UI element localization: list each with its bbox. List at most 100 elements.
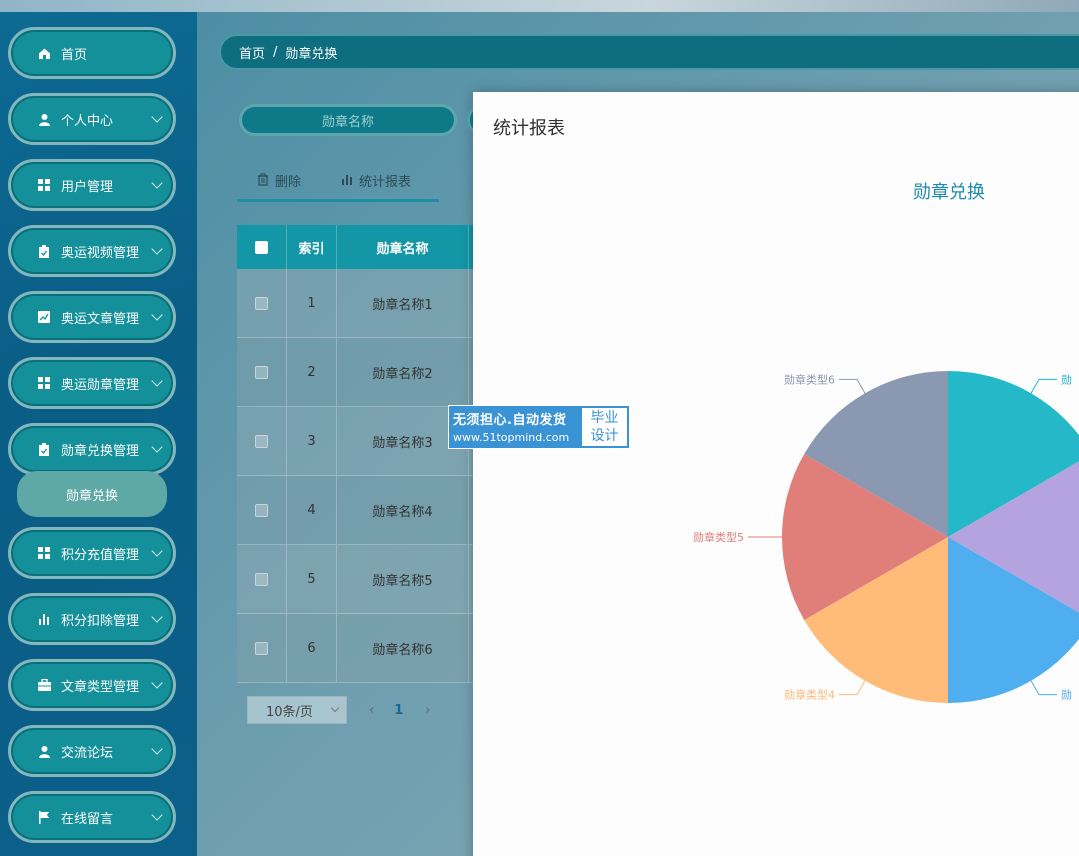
table-row[interactable]: 4 勋章名称4 bbox=[237, 476, 477, 545]
clipboard-icon bbox=[37, 442, 51, 456]
pagination: 10条/页 ‹ 1 › bbox=[247, 696, 430, 724]
grid-icon bbox=[37, 546, 51, 560]
search-input[interactable]: 勋章名称 bbox=[239, 104, 457, 136]
row-index: 5 bbox=[287, 545, 337, 613]
row-checkbox[interactable] bbox=[255, 365, 268, 379]
clipboard-icon bbox=[37, 244, 51, 258]
trash-icon bbox=[257, 173, 269, 189]
sidebar-item-label: 文章类型管理 bbox=[61, 679, 140, 695]
row-checkbox[interactable] bbox=[255, 296, 268, 310]
row-index: 3 bbox=[287, 407, 337, 475]
breadcrumb-current: 勋章兑换 bbox=[285, 46, 338, 62]
sidebar-item-7[interactable]: 积分充值管理 bbox=[8, 527, 176, 579]
sidebar-item-4[interactable]: 奥运文章管理 bbox=[8, 291, 176, 343]
pie-label-line-6 bbox=[839, 378, 866, 394]
current-page[interactable]: 1 bbox=[394, 703, 403, 718]
chevron-down-icon bbox=[151, 677, 163, 689]
search-placeholder: 勋章名称 bbox=[321, 114, 374, 130]
chevron-down-icon bbox=[151, 375, 163, 387]
row-name: 勋章名称6 bbox=[337, 614, 469, 682]
home-icon bbox=[37, 46, 51, 60]
report-button[interactable]: 统计报表 bbox=[341, 171, 411, 190]
row-name: 勋章名称1 bbox=[337, 269, 469, 337]
chevron-down-icon bbox=[330, 703, 340, 713]
watermark-right: 毕业 设计 bbox=[582, 408, 627, 446]
table-row[interactable]: 6 勋章名称6 bbox=[237, 614, 477, 683]
table-header: 索引 勋章名称 bbox=[237, 225, 477, 269]
row-checkbox[interactable] bbox=[255, 641, 268, 655]
chevron-down-icon bbox=[151, 545, 163, 557]
sidebar-item-label: 交流论坛 bbox=[61, 745, 114, 761]
row-index: 6 bbox=[287, 614, 337, 682]
bar-chart-icon bbox=[341, 173, 353, 188]
sidebar-item-0[interactable]: 首页 bbox=[8, 27, 176, 79]
sidebar-item-label: 个人中心 bbox=[61, 113, 114, 129]
sidebar-item-label: 首页 bbox=[61, 47, 88, 63]
pie-label-3: 勋 bbox=[1061, 688, 1072, 702]
delete-button[interactable]: 删除 bbox=[257, 171, 301, 190]
sidebar-item-6[interactable]: 勋章兑换管理 bbox=[8, 423, 176, 475]
report-label: 统计报表 bbox=[359, 175, 412, 190]
sidebar-item-2[interactable]: 用户管理 bbox=[8, 159, 176, 211]
sidebar-item-5[interactable]: 奥运勋章管理 bbox=[8, 357, 176, 409]
column-header-name[interactable]: 勋章名称 bbox=[337, 225, 469, 269]
chevron-down-icon bbox=[151, 611, 163, 623]
grid-icon bbox=[37, 178, 51, 192]
report-dialog: 统计报表 勋章兑换 勋勋勋章类型4 勋章类型5 勋章类型6 bbox=[473, 92, 1079, 856]
table-row[interactable]: 3 勋章名称3 bbox=[237, 407, 477, 476]
toolbar: 删除 统计报表 bbox=[237, 162, 439, 202]
breadcrumb-home[interactable]: 首页 bbox=[239, 43, 265, 62]
sidebar-item-9[interactable]: 文章类型管理 bbox=[8, 659, 176, 711]
next-page-icon[interactable]: › bbox=[425, 703, 430, 718]
row-checkbox[interactable] bbox=[255, 572, 268, 586]
row-name: 勋章名称4 bbox=[337, 476, 469, 544]
sidebar-item-label: 在线留言 bbox=[61, 811, 114, 827]
bar-chart-icon bbox=[37, 612, 51, 626]
sidebar-item-label: 积分扣除管理 bbox=[61, 613, 140, 629]
chevron-down-icon bbox=[151, 309, 163, 321]
sidebar-item-11[interactable]: 在线留言 bbox=[8, 791, 176, 843]
flag-icon bbox=[37, 810, 51, 824]
chart-box-icon bbox=[37, 310, 51, 324]
pie-label-line-1 bbox=[1030, 378, 1057, 394]
sidebar-item-label: 奥运勋章管理 bbox=[61, 377, 140, 393]
row-index: 4 bbox=[287, 476, 337, 544]
page-size-select[interactable]: 10条/页 bbox=[247, 696, 347, 724]
sidebar-item-label: 勋章兑换管理 bbox=[61, 443, 140, 459]
sidebar-item-8[interactable]: 积分扣除管理 bbox=[8, 593, 176, 645]
sidebar: 首页个人中心用户管理奥运视频管理奥运文章管理奥运勋章管理 勋章兑换管理 积分充值管理… bbox=[0, 12, 197, 856]
data-table: 索引 勋章名称 1 勋章名称1 2 勋章名称2 3 勋章名称3 4 勋章名称4 5 勋章名称5 6 勋… bbox=[237, 225, 477, 683]
top-strip bbox=[0, 0, 1079, 12]
table-row[interactable]: 5 勋章名称5 bbox=[237, 545, 477, 614]
sidebar-item-10[interactable]: 交流论坛 bbox=[8, 725, 176, 777]
sidebar-subitem-active[interactable]: 勋章兑换 bbox=[17, 471, 167, 517]
sidebar-item-3[interactable]: 奥运视频管理 bbox=[8, 225, 176, 277]
pie-label-4: 勋章类型4 bbox=[784, 688, 835, 702]
pie-label-1: 勋 bbox=[1061, 372, 1072, 386]
grid-icon bbox=[37, 376, 51, 390]
select-all-checkbox[interactable] bbox=[255, 240, 268, 254]
prev-page-icon[interactable]: ‹ bbox=[369, 703, 374, 718]
chevron-down-icon bbox=[151, 177, 163, 189]
pie-label-line-4 bbox=[839, 680, 866, 696]
table-row[interactable]: 2 勋章名称2 bbox=[237, 338, 477, 407]
table-row[interactable]: 1 勋章名称1 bbox=[237, 269, 477, 338]
row-checkbox[interactable] bbox=[255, 503, 268, 517]
pie-chart: 勋勋勋章类型4勋章类型5勋章类型6 bbox=[693, 371, 1079, 703]
breadcrumb-separator: / bbox=[273, 44, 278, 60]
sidebar-item-1[interactable]: 个人中心 bbox=[8, 93, 176, 145]
sidebar-item-label: 用户管理 bbox=[61, 179, 114, 195]
sidebar-item-label: 积分充值管理 bbox=[61, 547, 140, 563]
column-header-index[interactable]: 索引 bbox=[287, 225, 337, 269]
chevron-down-icon bbox=[151, 809, 163, 821]
row-checkbox[interactable] bbox=[255, 434, 268, 448]
chevron-down-icon bbox=[151, 111, 163, 123]
pie-label-line-3 bbox=[1030, 680, 1057, 696]
chevron-down-icon bbox=[151, 243, 163, 255]
row-name: 勋章名称5 bbox=[337, 545, 469, 613]
page-size-value: 10条/页 bbox=[266, 704, 313, 720]
row-name: 勋章名称2 bbox=[337, 338, 469, 406]
sidebar-item-label: 奥运视频管理 bbox=[61, 245, 140, 261]
pie-label-5: 勋章类型5 bbox=[693, 530, 744, 544]
user-icon bbox=[37, 112, 51, 126]
